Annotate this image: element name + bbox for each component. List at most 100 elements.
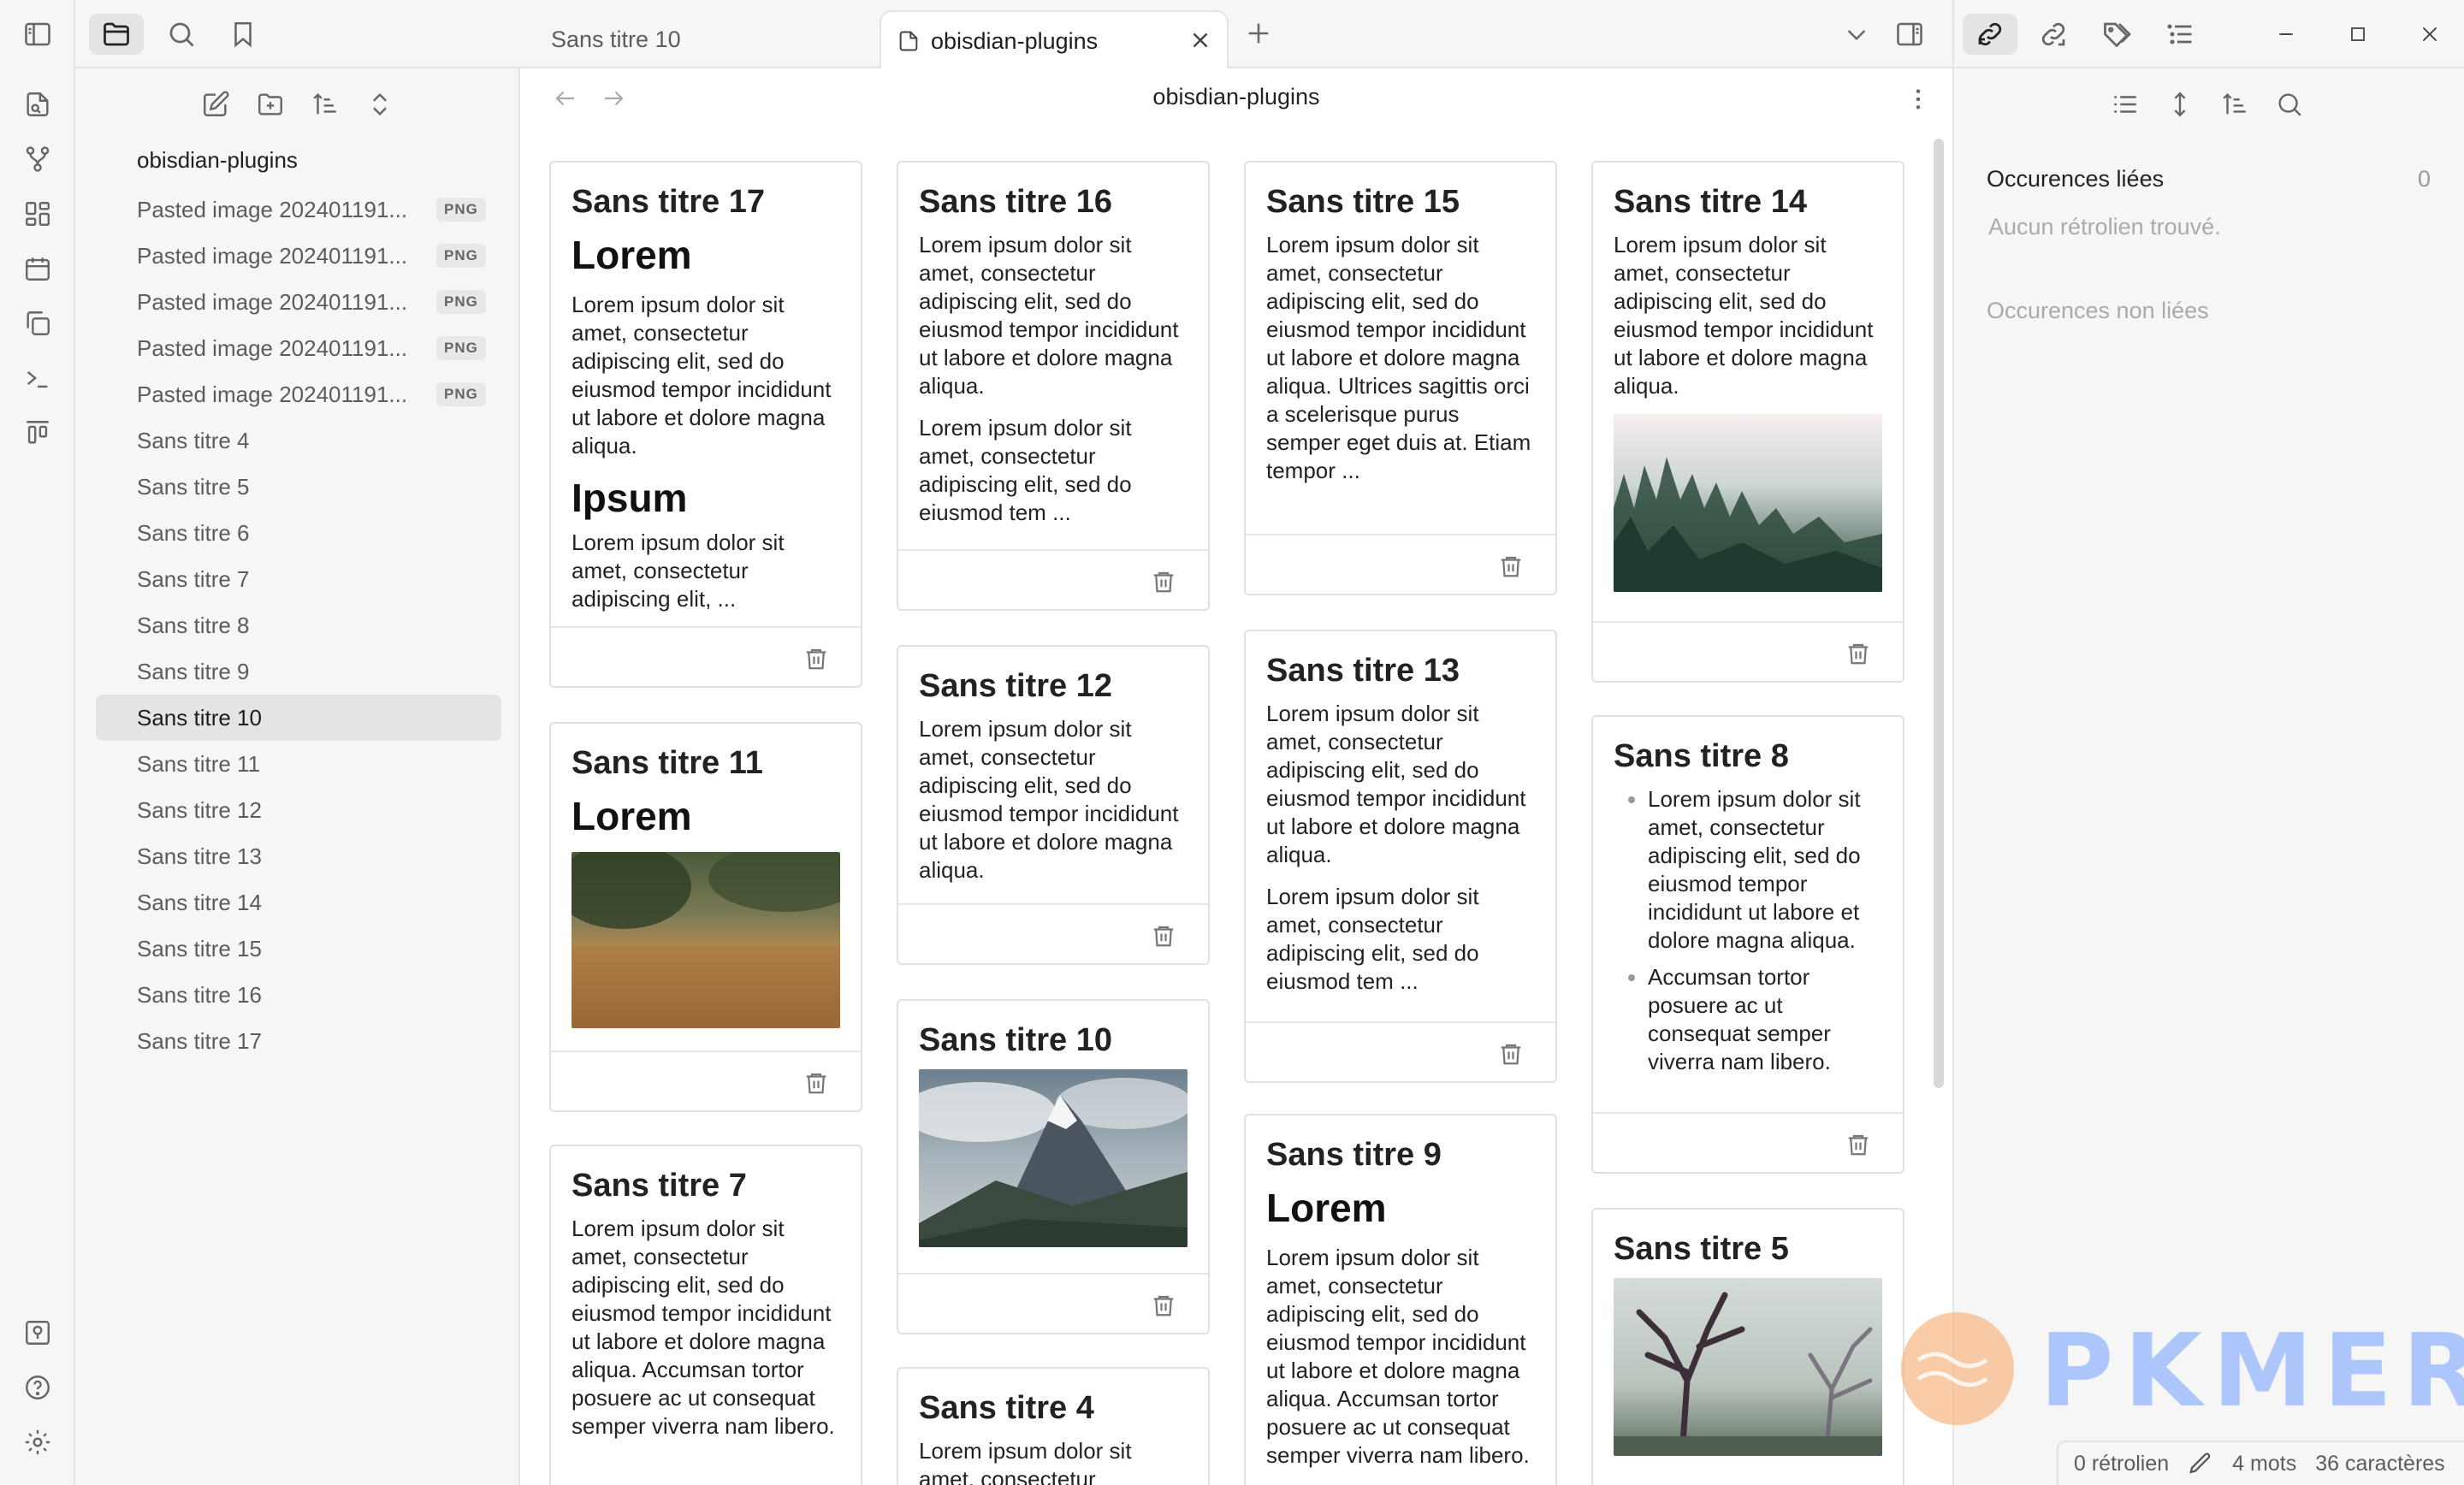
file-name: Pasted image 202401191... (137, 242, 408, 269)
file-item[interactable]: Sans titre 12 (96, 787, 501, 833)
backlinks-count[interactable]: 0 rétrolien (2074, 1452, 2169, 1476)
view-title[interactable]: obisdian-plugins (520, 84, 1952, 110)
outgoing-links-tab[interactable] (2026, 14, 2081, 55)
note-card[interactable]: Sans titre 9 Lorem Lorem ipsum dolor sit… (1244, 1114, 1557, 1485)
trash-icon[interactable] (1150, 922, 1177, 950)
outline-tab[interactable] (2153, 14, 2207, 55)
file-item[interactable]: Pasted image 202401191... PNG (96, 279, 501, 325)
note-card[interactable]: Sans titre 12 Lorem ipsum dolor sit amet… (897, 645, 1210, 965)
edit-mode-pencil-icon[interactable] (2188, 1451, 2213, 1476)
settings-icon[interactable] (21, 1425, 55, 1459)
tab-list-chevron-down-icon[interactable] (1843, 21, 1870, 48)
maximize-window-icon[interactable] (2341, 17, 2375, 51)
new-folder-icon[interactable] (253, 87, 287, 121)
sort-order-icon[interactable] (2218, 86, 2252, 123)
vault-folder[interactable]: obisdian-plugins (96, 142, 501, 186)
sort-icon[interactable] (308, 87, 342, 121)
kanban-icon[interactable] (21, 416, 55, 450)
file-name: Sans titre 17 (137, 1027, 262, 1054)
note-card[interactable]: Sans titre 7 Lorem ipsum dolor sit amet,… (549, 1145, 862, 1485)
file-item[interactable]: Sans titre 16 (96, 972, 501, 1018)
open-quick-switcher-icon[interactable] (21, 87, 55, 121)
trash-icon[interactable] (1845, 640, 1872, 667)
tab-bar: Sans titre 10 obisdian-plugins (520, 0, 1952, 70)
file-item[interactable]: Sans titre 9 (96, 648, 501, 695)
collapse-results-icon[interactable] (2108, 86, 2142, 123)
trash-icon[interactable] (803, 1069, 830, 1097)
tab-sans-titre-10[interactable]: Sans titre 10 (551, 10, 681, 68)
file-item[interactable]: Sans titre 17 (96, 1018, 501, 1064)
note-card[interactable]: Sans titre 17 Lorem Lorem ipsum dolor si… (549, 161, 862, 688)
unlinked-mentions-heading[interactable]: Occurences non liées (1987, 298, 2209, 324)
help-icon[interactable] (21, 1370, 55, 1405)
card-title: Sans titre 9 (1266, 1137, 1442, 1173)
file-item[interactable]: Pasted image 202401191... PNG (96, 325, 501, 371)
card-footer (898, 1273, 1208, 1333)
card-footer (551, 626, 861, 686)
minimize-window-icon[interactable] (2269, 17, 2303, 51)
note-card[interactable]: Sans titre 5 (1591, 1208, 1904, 1485)
tags-tab[interactable] (2089, 14, 2144, 55)
bookmarks-tab[interactable] (216, 14, 270, 55)
note-card[interactable]: Sans titre 11 Lorem (549, 722, 862, 1112)
left-ribbon (0, 0, 75, 1485)
card-footer (1593, 1112, 1903, 1172)
file-item[interactable]: Sans titre 8 (96, 602, 501, 648)
command-palette-icon[interactable] (21, 361, 55, 395)
note-card[interactable]: Sans titre 16 Lorem ipsum dolor sit amet… (897, 161, 1210, 611)
new-note-icon[interactable] (198, 87, 233, 121)
daily-note-icon[interactable] (21, 251, 55, 286)
note-card[interactable]: Sans titre 14 Lorem ipsum dolor sit amet… (1591, 161, 1904, 683)
graph-view-icon[interactable] (21, 142, 55, 176)
file-item[interactable]: Sans titre 11 (96, 741, 501, 787)
left-panel-tabs (75, 0, 520, 68)
file-item[interactable]: Sans titre 6 (96, 510, 501, 556)
note-card[interactable]: Sans titre 10 (897, 999, 1210, 1334)
search-filter-icon[interactable] (2272, 86, 2307, 123)
new-tab-icon[interactable] (1244, 19, 1273, 48)
trash-icon[interactable] (1150, 568, 1177, 595)
card-heading: Lorem (572, 233, 692, 277)
file-item[interactable]: Sans titre 4 (96, 417, 501, 464)
canvas-icon[interactable] (21, 197, 55, 231)
trash-icon[interactable] (1497, 1040, 1525, 1068)
file-item-selected[interactable]: Sans titre 10 (96, 695, 501, 741)
trash-icon[interactable] (1845, 1131, 1872, 1158)
close-window-icon[interactable] (2413, 17, 2447, 51)
card-title: Sans titre 10 (919, 1022, 1112, 1058)
close-tab-icon[interactable] (1188, 27, 1213, 53)
file-item[interactable]: Sans titre 13 (96, 833, 501, 879)
note-card[interactable]: Sans titre 15 Lorem ipsum dolor sit amet… (1244, 161, 1557, 595)
note-card[interactable]: Sans titre 13 Lorem ipsum dolor sit amet… (1244, 630, 1557, 1083)
file-item[interactable]: Sans titre 15 (96, 926, 501, 972)
more-options-icon[interactable] (1904, 86, 1932, 113)
file-type-badge: PNG (436, 198, 486, 222)
file-item[interactable]: Pasted image 202401191... PNG (96, 186, 501, 233)
trash-icon[interactable] (1150, 1292, 1177, 1319)
templates-icon[interactable] (21, 306, 55, 340)
file-item[interactable]: Sans titre 14 (96, 879, 501, 926)
trash-icon[interactable] (1497, 553, 1525, 580)
files-tab[interactable] (89, 14, 144, 55)
vault-switcher-icon[interactable] (21, 1316, 55, 1350)
file-item[interactable]: Sans titre 7 (96, 556, 501, 602)
trash-icon[interactable] (803, 645, 830, 672)
file-item[interactable]: Pasted image 202401191... PNG (96, 233, 501, 279)
tab-obisdian-plugins[interactable]: obisdian-plugins (880, 10, 1229, 70)
backlinks-tab[interactable] (1963, 14, 2017, 55)
note-card[interactable]: Sans titre 4 Lorem ipsum dolor sit amet,… (897, 1367, 1210, 1485)
sidebar-toggle-icon[interactable] (21, 17, 55, 51)
linked-mentions-heading[interactable]: Occurences liées (1987, 166, 2164, 192)
file-name: Sans titre 6 (137, 519, 250, 546)
note-card[interactable]: Sans titre 8 Lorem ipsum dolor sit amet,… (1591, 715, 1904, 1174)
right-sidebar-toggle-icon[interactable] (1894, 19, 1925, 50)
vertical-scrollbar[interactable] (1934, 139, 1944, 1088)
file-item[interactable]: Sans titre 5 (96, 464, 501, 510)
tags-icon (2104, 22, 2131, 48)
show-more-context-icon[interactable] (2163, 86, 2197, 123)
file-type-badge: PNG (436, 382, 486, 406)
card-title: Sans titre 7 (572, 1168, 747, 1204)
collapse-all-icon[interactable] (363, 87, 397, 121)
file-item[interactable]: Pasted image 202401191... PNG (96, 371, 501, 417)
search-tab[interactable] (154, 14, 209, 55)
